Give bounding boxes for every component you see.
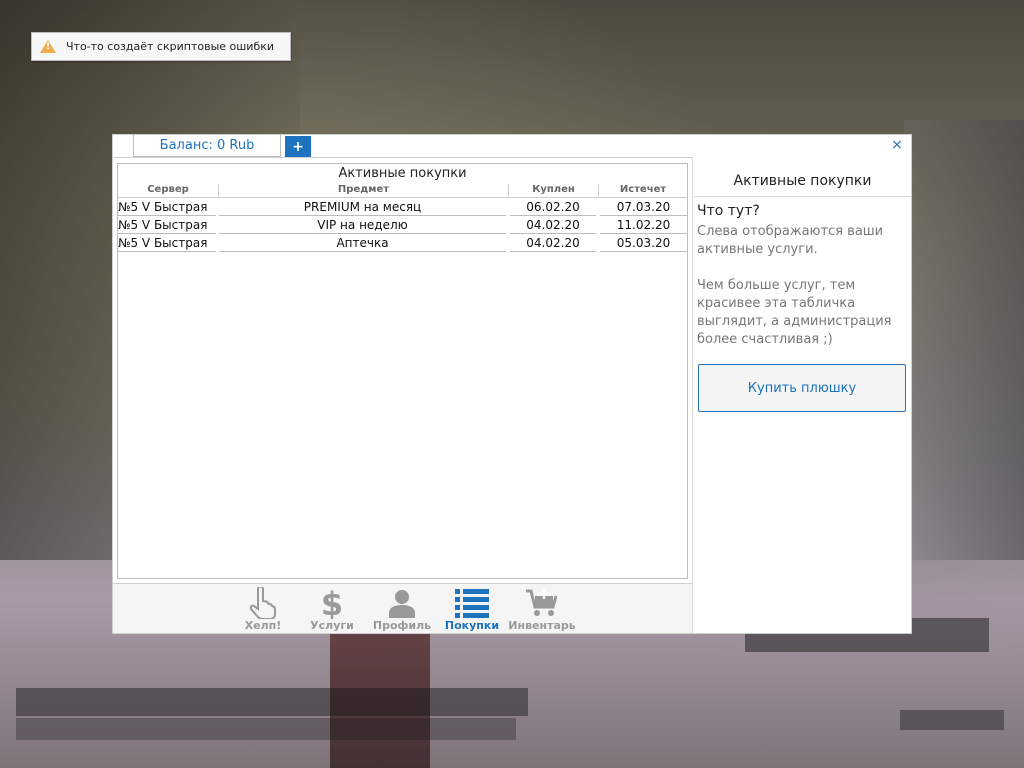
column-header-server[interactable]: Сервер: [118, 184, 218, 197]
shop-window: Баланс: 0 Rub + × Активные покупки Серве…: [112, 134, 912, 634]
close-icon[interactable]: ×: [889, 137, 905, 153]
table-row[interactable]: №5 V Быстрая Аптечка 04.02.20 05.03.20: [118, 235, 687, 253]
cell-bought: 04.02.20: [510, 217, 596, 234]
cell-expires: 07.03.20: [600, 199, 687, 216]
background-wall-right: [904, 120, 1024, 560]
background-hud-bar-secondary: [16, 718, 516, 740]
side-paragraph-2: Чем больше услуг, тем красивее эта табли…: [697, 278, 892, 347]
background-hud-bar: [16, 688, 528, 716]
cell-server: №5 V Быстрая: [118, 235, 216, 252]
nav-label: Услуги: [310, 619, 354, 632]
pointing-hand-icon: [248, 587, 278, 619]
nav-label: Хелп!: [244, 619, 282, 632]
balance-label: Баланс: 0 Rub: [159, 138, 255, 153]
table-title: Активные покупки: [338, 166, 467, 181]
table-row[interactable]: №5 V Быстрая PREMIUM на месяц 06.02.20 0…: [118, 199, 687, 217]
column-header-bought[interactable]: Куплен: [508, 184, 598, 197]
nav-item-help[interactable]: Хелп!: [230, 585, 296, 633]
script-error-notification: ! Что-то создаёт скриптовые ошибки: [31, 32, 291, 61]
side-panel-divider: [694, 196, 911, 197]
nav-item-inventory[interactable]: Инвентарь: [508, 585, 576, 633]
purchases-table: Активные покупки Сервер Предмет Куплен И…: [117, 163, 688, 579]
buy-button-label: Купить плюшку: [747, 380, 857, 396]
cell-bought: 04.02.20: [510, 235, 596, 252]
nav-item-services[interactable]: $ Услуги: [299, 585, 365, 633]
buy-button[interactable]: Купить плюшку: [698, 364, 906, 412]
cell-server: №5 V Быстрая: [118, 199, 216, 216]
tab-divider: [113, 157, 693, 158]
column-header-expires[interactable]: Истечет: [598, 184, 687, 197]
nav-label: Профиль: [372, 619, 432, 632]
side-panel-question: Что тут?: [697, 203, 760, 219]
nav-item-profile[interactable]: Профиль: [369, 585, 435, 633]
warning-icon: !: [40, 40, 56, 53]
column-header-item[interactable]: Предмет: [218, 184, 508, 197]
notification-text: Что-то создаёт скриптовые ошибки: [66, 40, 275, 53]
cell-item: VIP на неделю: [219, 217, 506, 234]
cell-item: PREMIUM на месяц: [219, 199, 506, 216]
cell-item: Аптечка: [219, 235, 506, 252]
cart-icon: [525, 587, 559, 619]
cell-bought: 06.02.20: [510, 199, 596, 216]
cell-expires: 05.03.20: [600, 235, 687, 252]
side-panel-title: Активные покупки: [733, 173, 872, 189]
side-paragraph-1: Слева отображаются ваши активные услуги.: [697, 224, 884, 257]
balance-tab[interactable]: Баланс: 0 Rub: [133, 135, 281, 157]
list-icon: [455, 587, 489, 619]
header-divider: [118, 197, 687, 198]
side-panel-description: Слева отображаются ваши активные услуги.…: [697, 223, 907, 367]
nav-item-purchases[interactable]: Покупки: [439, 585, 505, 633]
panel-divider: [692, 157, 693, 633]
svg-text:$: $: [321, 587, 343, 619]
nav-label: Инвентарь: [508, 619, 576, 632]
cell-expires: 11.02.20: [600, 217, 687, 234]
nav-label: Покупки: [444, 619, 500, 632]
dollar-icon: $: [320, 587, 344, 619]
add-funds-button[interactable]: +: [285, 136, 311, 158]
table-row[interactable]: №5 V Быстрая VIP на неделю 04.02.20 11.0…: [118, 217, 687, 235]
background-hud-right-small: [900, 710, 1004, 730]
cell-server: №5 V Быстрая: [118, 217, 216, 234]
user-icon: [388, 587, 416, 619]
